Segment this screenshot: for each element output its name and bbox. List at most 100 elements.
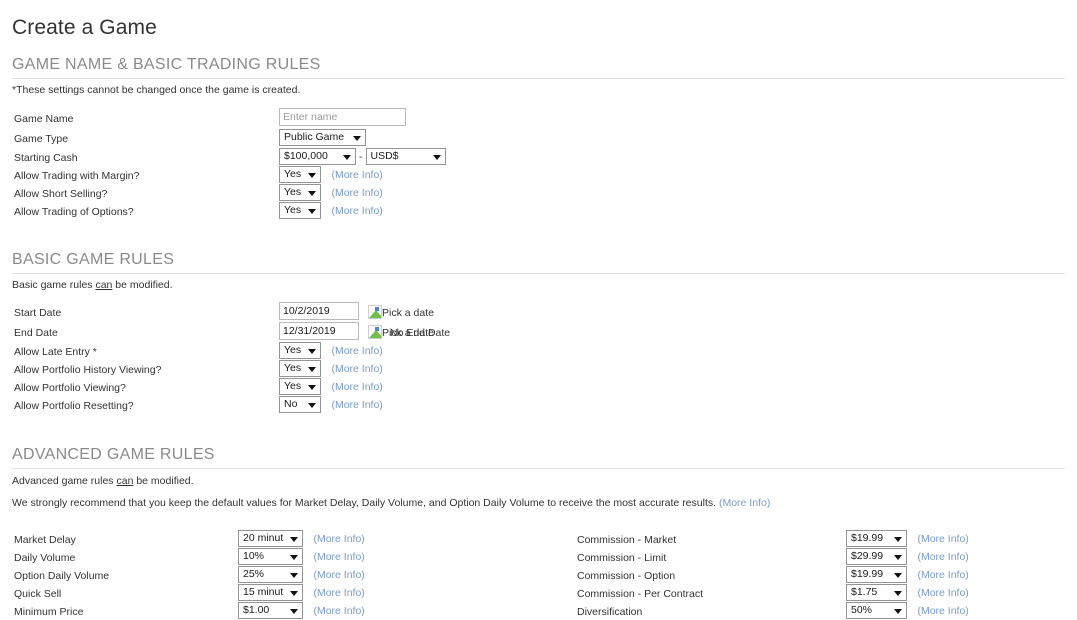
label-game-type: Game Type (14, 133, 69, 145)
chevron-down-icon (894, 608, 902, 614)
label-end-date: End Date (14, 327, 58, 339)
more-info-allow-short-selling[interactable]: (More Info) (331, 187, 382, 199)
more-info-portfolio-resetting[interactable]: (More Info) (331, 399, 382, 411)
daily-volume-select[interactable]: 10% (238, 548, 303, 566)
more-info-commission-per-contract[interactable]: (More Info) (917, 587, 968, 599)
label-quick-sell: Quick Sell (14, 588, 62, 600)
quick-sell-select[interactable]: 15 minut (238, 584, 303, 602)
recommendation-text: We strongly recommend that you keep the … (12, 497, 717, 509)
section-header-basic-trading: GAME NAME & BASIC TRADING RULES (12, 56, 1065, 79)
field-diversification: 50% (More Info) (846, 602, 969, 620)
commission-limit-select[interactable]: $29.99 (846, 548, 907, 566)
end-date-input[interactable] (279, 322, 359, 340)
basic-trading-note: *These settings cannot be changed once t… (12, 84, 301, 96)
label-portfolio-history-viewing: Allow Portfolio History Viewing? (14, 364, 162, 376)
market-delay-select[interactable]: 20 minut (238, 530, 303, 548)
label-diversification: Diversification (577, 606, 643, 618)
allow-short-selling-select[interactable]: Yes (279, 184, 321, 202)
label-commission-limit: Commission - Limit (577, 552, 667, 564)
chevron-down-icon (894, 554, 902, 560)
allow-options-select[interactable]: Yes (279, 202, 321, 220)
field-portfolio-history-viewing: Yes (More Info) (279, 360, 383, 378)
field-quick-sell: 15 minut (More Info) (238, 584, 365, 602)
start-date-picker[interactable]: Pick a date (368, 304, 434, 322)
chevron-down-icon (894, 536, 902, 542)
game-type-select[interactable]: Public Game (279, 129, 366, 147)
field-minimum-price: $1.00 (More Info) (238, 602, 365, 620)
basic-rules-note-emphasis: can (95, 279, 113, 291)
starting-cash-currency-select[interactable]: USD$ (365, 148, 446, 166)
more-info-portfolio-history-viewing[interactable]: (More Info) (331, 363, 382, 375)
basic-rules-note-post: be modified. (112, 279, 173, 291)
more-info-daily-volume[interactable]: (More Info) (313, 551, 364, 563)
chevron-down-icon (308, 208, 316, 214)
chevron-down-icon (290, 572, 298, 578)
allow-margin-select[interactable]: Yes (279, 166, 321, 184)
create-game-page: Create a Game GAME NAME & BASIC TRADING … (0, 0, 1077, 620)
more-info-quick-sell[interactable]: (More Info) (313, 587, 364, 599)
more-info-commission-option[interactable]: (More Info) (917, 569, 968, 581)
field-end-date (279, 322, 359, 340)
section-divider (12, 78, 1065, 79)
broken-image-pick-a-date[interactable]: Pick a date (368, 305, 434, 320)
chevron-down-icon (308, 402, 316, 408)
section-header-basic-rules: BASIC GAME RULES (12, 251, 1065, 274)
advanced-rules-note-pre: Advanced game rules (12, 475, 117, 487)
more-info-allow-options[interactable]: (More Info) (331, 205, 382, 217)
option-daily-volume-select[interactable]: 25% (238, 566, 303, 584)
advanced-rules-note: Advanced game rules can be modified. (12, 475, 194, 487)
chevron-down-icon (894, 572, 902, 578)
chevron-down-icon (290, 590, 298, 596)
more-info-market-delay[interactable]: (More Info) (313, 533, 364, 545)
label-allow-late-entry: Allow Late Entry * (14, 346, 97, 358)
field-portfolio-resetting: No (More Info) (279, 396, 383, 414)
label-commission-option: Commission - Option (577, 570, 676, 582)
commission-market-select[interactable]: $19.99 (846, 530, 907, 548)
label-game-name: Game Name (14, 113, 74, 125)
more-info-allow-late-entry[interactable]: (More Info) (331, 345, 382, 357)
label-allow-short-selling: Allow Short Selling? (14, 188, 108, 200)
more-info-minimum-price[interactable]: (More Info) (313, 605, 364, 617)
no-end-date-toggle[interactable]: No End Date (376, 324, 450, 342)
game-name-input[interactable] (279, 108, 406, 126)
page-title: Create a Game (12, 16, 157, 40)
field-game-name (279, 108, 406, 126)
chevron-down-icon (308, 384, 316, 390)
portfolio-resetting-select[interactable]: No (279, 396, 321, 414)
chevron-down-icon (343, 154, 351, 160)
field-commission-per-contract: $1.75 (More Info) (846, 584, 969, 602)
broken-image-icon (368, 305, 382, 320)
label-daily-volume: Daily Volume (14, 552, 76, 564)
starting-cash-amount-select[interactable]: $100,000 (279, 148, 356, 166)
field-allow-short-selling: Yes (More Info) (279, 184, 383, 202)
start-date-input[interactable] (279, 302, 359, 320)
field-allow-late-entry: Yes (More Info) (279, 342, 383, 360)
commission-per-contract-select[interactable]: $1.75 (846, 584, 907, 602)
more-info-option-daily-volume[interactable]: (More Info) (313, 569, 364, 581)
chevron-down-icon (353, 135, 361, 141)
more-info-recommendation[interactable]: (More Info) (719, 497, 770, 509)
chevron-down-icon (432, 154, 441, 160)
more-info-diversification[interactable]: (More Info) (917, 605, 968, 617)
field-portfolio-viewing: Yes (More Info) (279, 378, 383, 396)
field-game-type: Public Game (279, 129, 366, 147)
field-start-date (279, 302, 359, 320)
diversification-select[interactable]: 50% (846, 602, 907, 620)
portfolio-history-viewing-select[interactable]: Yes (279, 360, 321, 378)
broken-image-no-end-date[interactable]: No End Date (376, 325, 450, 340)
section-header-advanced-rules: ADVANCED GAME RULES (12, 446, 1065, 469)
more-info-commission-limit[interactable]: (More Info) (917, 551, 968, 563)
start-date-picker-alt: Pick a date (382, 307, 434, 320)
more-info-portfolio-viewing[interactable]: (More Info) (331, 381, 382, 393)
field-commission-limit: $29.99 (More Info) (846, 548, 969, 566)
commission-option-select[interactable]: $19.99 (846, 566, 907, 584)
allow-late-entry-select[interactable]: Yes (279, 342, 321, 360)
minimum-price-select[interactable]: $1.00 (238, 602, 303, 620)
chevron-down-icon (894, 590, 902, 596)
more-info-allow-margin[interactable]: (More Info) (331, 169, 382, 181)
field-starting-cash: $100,000 - USD$ (279, 148, 446, 166)
more-info-commission-market[interactable]: (More Info) (917, 533, 968, 545)
basic-rules-note: Basic game rules can be modified. (12, 279, 173, 291)
advanced-rules-note-emphasis: can (116, 475, 134, 487)
portfolio-viewing-select[interactable]: Yes (279, 378, 321, 396)
